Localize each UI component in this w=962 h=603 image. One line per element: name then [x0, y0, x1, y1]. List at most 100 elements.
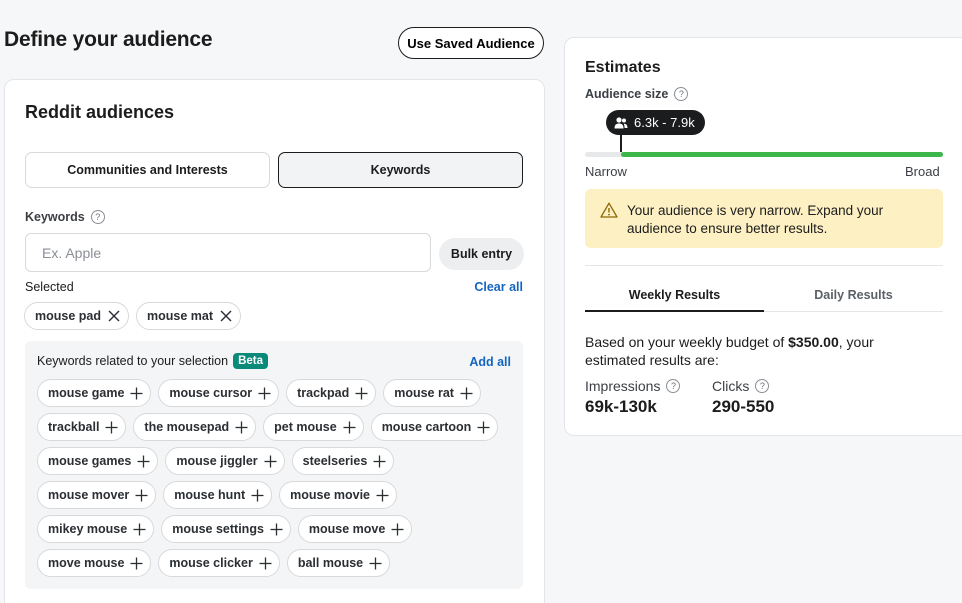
related-keyword-chip[interactable]: mouse movie [279, 481, 398, 509]
chip-label: trackball [48, 420, 100, 434]
related-keyword-chip[interactable]: mouse mover [37, 481, 157, 509]
selected-keyword-chip: mouse pad [24, 302, 129, 330]
related-keyword-chip[interactable]: mouse settings [161, 515, 291, 543]
narrow-audience-warning: Your audience is very narrow. Expand you… [585, 189, 943, 248]
plus-icon[interactable] [376, 489, 389, 502]
plus-icon[interactable] [105, 421, 118, 434]
divider [585, 265, 943, 266]
keywords-input[interactable] [25, 233, 431, 272]
related-keyword-chip[interactable]: mouse move [297, 515, 413, 543]
plus-icon[interactable] [133, 523, 146, 536]
chip-label: mouse mat [147, 309, 213, 323]
selected-label: Selected [25, 280, 74, 294]
related-keyword-chip[interactable]: mouse cartoon [370, 413, 499, 441]
chip-label: move mouse [48, 556, 125, 570]
active-tab-underline [585, 310, 764, 312]
card-title: Reddit audiences [25, 102, 175, 122]
related-keyword-chip[interactable]: mouse rat [383, 379, 481, 407]
related-keyword-chip[interactable]: mouse cursor [158, 379, 280, 407]
help-icon[interactable]: ? [674, 87, 689, 101]
related-keyword-chip[interactable]: move mouse [37, 549, 152, 577]
chip-label: mouse rat [394, 386, 454, 400]
related-keywords-row: mikey mouse mouse settings mouse move [37, 515, 413, 543]
estimates-card: Estimates Audience size ? 6.3k - 7.9k Na… [564, 37, 962, 436]
estimates-title: Estimates [585, 59, 661, 76]
add-all-link[interactable]: Add all [469, 355, 511, 369]
tab-communities-and-interests[interactable]: Communities and Interests [25, 152, 270, 188]
chip-label: pet mouse [274, 420, 337, 434]
use-saved-audience-button[interactable]: Use Saved Audience [398, 27, 544, 59]
plus-icon[interactable] [258, 387, 271, 400]
related-keyword-chip[interactable]: mouse game [37, 379, 152, 407]
chip-label: mouse settings [172, 522, 264, 536]
reddit-audiences-card: Reddit audiences Communities and Interes… [4, 79, 545, 603]
chip-label: mouse hunt [174, 488, 246, 502]
related-keyword-chip[interactable]: trackball [37, 413, 127, 441]
plus-icon[interactable] [460, 387, 473, 400]
audience-size-pill: 6.3k - 7.9k [606, 110, 705, 135]
clear-all-link[interactable]: Clear all [474, 280, 523, 294]
audience-size-bar [585, 152, 943, 157]
plus-icon[interactable] [259, 557, 272, 570]
plus-icon[interactable] [343, 421, 356, 434]
chip-label: mouse pad [35, 309, 101, 323]
chip-label: mouse game [48, 386, 125, 400]
help-icon[interactable]: ? [755, 379, 770, 393]
related-keyword-chip[interactable]: mouse hunt [163, 481, 273, 509]
related-keyword-chip[interactable]: ball mouse [286, 549, 391, 577]
related-keyword-chip[interactable]: steelseries [291, 447, 395, 475]
plus-icon[interactable] [251, 489, 264, 502]
chip-label: mouse clicker [169, 556, 253, 570]
close-icon[interactable] [107, 309, 121, 323]
budget-amount: $350.00 [788, 334, 839, 350]
warning-text: Your audience is very narrow. Expand you… [627, 203, 884, 236]
plus-icon[interactable] [135, 489, 148, 502]
budget-prefix: Based on your weekly budget of [585, 334, 789, 350]
chip-label: steelseries [302, 454, 368, 468]
help-icon[interactable]: ? [90, 210, 105, 224]
tab-daily-results[interactable]: Daily Results [764, 288, 943, 302]
page-title: Define your audience [4, 28, 213, 51]
tab-divider [764, 311, 943, 312]
plus-icon[interactable] [369, 557, 382, 570]
bulk-entry-button[interactable]: Bulk entry [439, 238, 524, 270]
related-keyword-chip[interactable]: mikey mouse [37, 515, 155, 543]
plus-icon[interactable] [235, 421, 248, 434]
related-keywords-row: move mouse mouse clicker ball mouse [37, 549, 391, 577]
related-keyword-chip[interactable]: mouse games [37, 447, 159, 475]
related-keywords-row: mouse mover mouse hunt mouse movie [37, 481, 398, 509]
related-keyword-chip[interactable]: mouse jiggler [165, 447, 285, 475]
tab-keywords[interactable]: Keywords [278, 152, 523, 188]
audience-size-value: 6.3k - 7.9k [634, 115, 695, 130]
plus-icon[interactable] [373, 455, 386, 468]
plus-icon[interactable] [355, 387, 368, 400]
plus-icon[interactable] [130, 557, 143, 570]
narrow-label: Narrow [585, 164, 627, 179]
related-keywords-row: mouse games mouse jiggler steelseries [37, 447, 395, 475]
related-keyword-chip[interactable]: trackpad [286, 379, 377, 407]
chip-label: trackpad [297, 386, 350, 400]
plus-icon[interactable] [137, 455, 150, 468]
help-icon[interactable]: ? [666, 379, 681, 393]
impressions-label-text: Impressions [585, 378, 661, 394]
plus-icon[interactable] [270, 523, 283, 536]
chip-label: ball mouse [297, 556, 364, 570]
related-keyword-chip[interactable]: the mousepad [133, 413, 257, 441]
related-keyword-chip[interactable]: mouse clicker [158, 549, 280, 577]
plus-icon[interactable] [264, 455, 277, 468]
plus-icon[interactable] [130, 387, 143, 400]
tab-weekly-results[interactable]: Weekly Results [585, 288, 764, 302]
close-icon[interactable] [219, 309, 233, 323]
plus-icon[interactable] [477, 421, 490, 434]
related-keyword-chip[interactable]: pet mouse [263, 413, 364, 441]
audience-size-label: Audience size ? [585, 87, 689, 101]
related-keywords-row: mouse game mouse cursor trackpad mouse rat [37, 379, 481, 407]
related-keywords-header: Keywords related to your selection Beta [37, 353, 269, 369]
impressions-label: Impressions ? [585, 378, 681, 394]
clicks-value: 290-550 [712, 397, 775, 416]
selected-keywords: mouse pad mouse mat [24, 302, 241, 330]
chip-label: mouse cartoon [381, 420, 472, 434]
plus-icon[interactable] [391, 523, 404, 536]
chip-label: mouse jiggler [176, 454, 258, 468]
related-keywords-label: Keywords related to your selection [37, 354, 229, 368]
